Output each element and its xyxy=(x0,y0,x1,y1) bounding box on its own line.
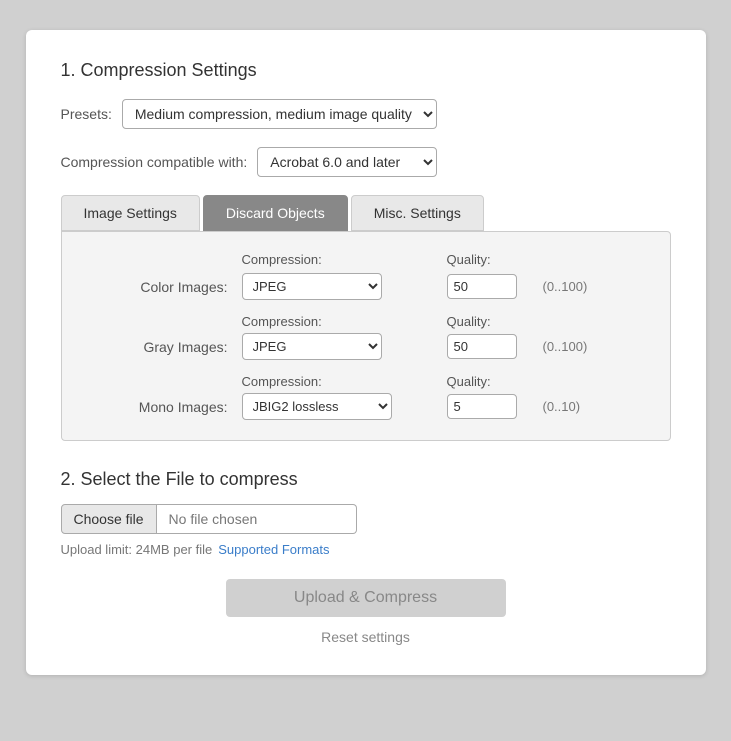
supported-formats-link[interactable]: Supported Formats xyxy=(218,542,329,557)
presets-row: Presets: Medium compression, medium imag… xyxy=(61,99,671,129)
main-card: 1. Compression Settings Presets: Medium … xyxy=(26,30,706,675)
gray-images-quality-input[interactable] xyxy=(447,334,517,359)
file-name-display: No file chosen xyxy=(157,504,357,534)
color-images-quality-input[interactable] xyxy=(447,274,517,299)
upload-limit-text: Upload limit: 24MB per file xyxy=(61,542,213,557)
color-images-label: Color Images: xyxy=(92,279,242,295)
quality-col-header3: Quality: xyxy=(447,374,537,389)
mono-images-compression-select[interactable]: JBIG2 lossless JBIG2 lossy CCITT ZIP Non… xyxy=(242,393,392,420)
color-images-quality-hint: (0..100) xyxy=(537,279,607,294)
compression-col-header2: Compression: xyxy=(242,314,417,329)
image-settings-panel: Compression: Quality: Color Images: JPEG… xyxy=(82,252,650,420)
quality-col-header: Quality: xyxy=(447,252,537,267)
compression-col-header: Compression: xyxy=(242,252,417,267)
color-images-compression-select[interactable]: JPEG JPEG2000 ZIP None xyxy=(242,273,382,300)
reset-settings-link[interactable]: Reset settings xyxy=(61,629,671,645)
gray-images-label: Gray Images: xyxy=(92,339,242,355)
compression-col-header3: Compression: xyxy=(242,374,417,389)
section1-title: 1. Compression Settings xyxy=(61,60,671,81)
mono-images-quality-hint: (0..10) xyxy=(537,399,607,414)
compat-select[interactable]: Acrobat 6.0 and later xyxy=(257,147,437,177)
gray-images-quality-hint: (0..100) xyxy=(537,339,607,354)
tabs-container: Image Settings Discard Objects Misc. Set… xyxy=(61,195,671,231)
tab-image-settings[interactable]: Image Settings xyxy=(61,195,200,231)
compat-row: Compression compatible with: Acrobat 6.0… xyxy=(61,147,671,177)
upload-compress-button[interactable]: Upload & Compress xyxy=(226,579,506,617)
mono-images-quality-input[interactable] xyxy=(447,394,517,419)
choose-file-button[interactable]: Choose file xyxy=(61,504,157,534)
file-chooser-row: Choose file No file chosen xyxy=(61,504,671,534)
quality-col-header2: Quality: xyxy=(447,314,537,329)
upload-limit-row: Upload limit: 24MB per file Supported Fo… xyxy=(61,542,671,557)
presets-label: Presets: xyxy=(61,106,112,122)
tab-misc-settings[interactable]: Misc. Settings xyxy=(351,195,484,231)
mono-images-label: Mono Images: xyxy=(92,399,242,415)
section2-title: 2. Select the File to compress xyxy=(61,469,671,490)
tab-discard-objects[interactable]: Discard Objects xyxy=(203,195,348,231)
tab-panel: Compression: Quality: Color Images: JPEG… xyxy=(61,231,671,441)
compat-label: Compression compatible with: xyxy=(61,154,248,170)
presets-select[interactable]: Medium compression, medium image quality xyxy=(122,99,437,129)
gray-images-compression-select[interactable]: JPEG JPEG2000 ZIP None xyxy=(242,333,382,360)
